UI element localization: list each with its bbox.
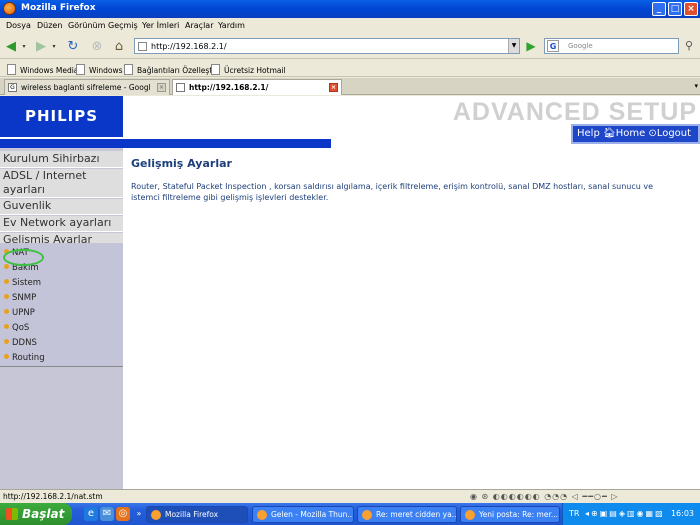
submenu-item-system[interactable]: Sistem [4, 278, 41, 288]
menu-bookmarks[interactable]: Yer İmleri [142, 21, 179, 30]
header-divider [0, 137, 331, 148]
menu-help[interactable]: Yardım [218, 21, 245, 30]
address-bar[interactable]: http://192.168.2.1/ ▼ [134, 38, 520, 54]
system-tray: TR ◂⊕▣▤◈▥◉▦▧ 16:03 [562, 503, 700, 525]
bookmark-windows[interactable]: Windows [76, 64, 122, 75]
search-icon[interactable]: ⚲ [681, 38, 697, 54]
thunderbird-icon[interactable]: ✉ [100, 507, 114, 521]
tab-label: wireless baglanti sifreleme - Google'da.… [21, 83, 151, 92]
close-button[interactable]: × [684, 2, 698, 16]
clock: 16:03 [670, 509, 694, 518]
tab-list-icon[interactable]: ▾ [694, 82, 698, 90]
firefox-quicklaunch-icon[interactable]: ◎ [116, 507, 130, 521]
forward-dropdown-icon[interactable]: ▾ [50, 38, 58, 55]
top-links: Help 🏠︎Home ⊙Logout [571, 124, 700, 144]
window-title: Mozilla Firefox [21, 3, 96, 13]
tray-icons[interactable]: ◂⊕▣▤◈▥◉▦▧ [585, 509, 665, 518]
bookmark-customize-links[interactable]: Bağlantıları Özelleştir [124, 64, 217, 75]
chevron-down-icon[interactable]: ▼ [508, 39, 519, 53]
page-content: PHILIPS ADVANCED SETUP Help 🏠︎Home ⊙Logo… [0, 96, 700, 489]
sidebar-item-adsl-internet[interactable]: ADSL / Internet ayarları [0, 169, 123, 198]
title-bar: Mozilla Firefox _ □ × [0, 0, 700, 18]
tab-bar: G wireless baglanti sifreleme - Google'd… [0, 78, 700, 95]
menu-view[interactable]: Görünüm [68, 21, 105, 30]
tab-router[interactable]: http://192.168.2.1/ × [172, 79, 342, 95]
menu-file[interactable]: Dosya [6, 21, 31, 30]
forward-icon[interactable]: ▶ [33, 38, 49, 55]
highlight-circle [3, 249, 44, 266]
bookmark-free-hotmail[interactable]: Ücretsiz Hotmail [211, 64, 286, 75]
submenu-item-qos[interactable]: QoS [4, 323, 29, 333]
taskbar-button-reply-mail[interactable]: Re: meret cidden ya... [357, 506, 457, 523]
page-description: Router, Stateful Packet Inspection , kor… [131, 182, 654, 202]
submenu-item-routing[interactable]: Routing [4, 353, 45, 363]
tab-label: http://192.168.2.1/ [189, 83, 269, 92]
stop-icon[interactable]: ⊗ [88, 38, 106, 55]
sidebar-item-setup-wizard[interactable]: Kurulum Sihirbazı [0, 151, 123, 168]
start-button[interactable]: Başlat [0, 503, 72, 525]
status-bar: http://192.168.2.1/nat.stm ◉ ⊛ ◐◐◐◐◐◐ ◔◔… [0, 489, 700, 503]
google-favicon-icon: G [8, 83, 17, 92]
addon-toolbar-icons[interactable]: ◉ ⊛ ◐◐◐◐◐◐ ◔◔◔ ◁ ━━○━ ▷ [470, 492, 619, 501]
menu-bar: Dosya Düzen Görünüm Geçmiş Yer İmleri Ar… [0, 18, 700, 34]
ie-icon[interactable]: e [84, 507, 98, 521]
home-link[interactable]: Home [616, 128, 646, 139]
reload-icon[interactable]: ↻ [64, 38, 82, 55]
advanced-setup-header: ADVANCED SETUP [452, 98, 697, 126]
close-tab-icon[interactable]: × [329, 83, 338, 92]
submenu-item-snmp[interactable]: SNMP [4, 293, 36, 303]
logout-link[interactable]: Logout [657, 128, 691, 139]
help-link[interactable]: Help [577, 128, 600, 139]
submenu-item-upnp[interactable]: UPNP [4, 308, 35, 318]
home-icon: 🏠︎ [603, 128, 616, 139]
close-tab-icon[interactable]: × [157, 83, 166, 92]
maximize-button[interactable]: □ [668, 2, 682, 16]
philips-logo: PHILIPS [0, 96, 123, 137]
submenu-item-ddns[interactable]: DDNS [4, 338, 37, 348]
sidebar-item-security[interactable]: Guvenlik [0, 199, 123, 215]
minimize-button[interactable]: _ [652, 2, 666, 16]
tab-google-search[interactable]: G wireless baglanti sifreleme - Google'd… [4, 79, 170, 95]
bookmarks-toolbar: Windows Media Windows Bağlantıları Özell… [0, 60, 700, 77]
url-text: http://192.168.2.1/ [151, 42, 227, 51]
sidebar-item-home-network[interactable]: Ev Network ayarları [0, 216, 123, 232]
menu-edit[interactable]: Düzen [37, 21, 62, 30]
page-favicon-icon [138, 42, 147, 51]
taskbar: Başlat e ✉ ◎ » Mozilla Firefox Gelen - M… [0, 503, 700, 525]
search-box[interactable]: G Google [544, 38, 679, 54]
google-icon[interactable]: G [547, 40, 559, 52]
back-icon[interactable]: ◀ [3, 38, 19, 55]
logout-icon: ⊙ [648, 128, 657, 139]
taskbar-button-firefox[interactable]: Mozilla Firefox [146, 506, 248, 523]
taskbar-button-thunderbird-inbox[interactable]: Gelen - Mozilla Thun... [252, 506, 354, 523]
taskbar-button-new-mail[interactable]: Yeni posta: Re: mer... [460, 506, 560, 523]
back-dropdown-icon[interactable]: ▾ [20, 38, 28, 55]
bookmark-windows-media[interactable]: Windows Media [7, 64, 78, 75]
page-favicon-icon [176, 83, 185, 92]
firefox-icon [3, 2, 16, 15]
language-indicator[interactable]: TR [569, 509, 579, 518]
page-title: Gelişmiş Ayarlar [131, 157, 232, 170]
go-button[interactable]: ▶ [523, 38, 539, 54]
status-text: http://192.168.2.1/nat.stm [3, 492, 103, 501]
expand-quicklaunch-icon[interactable]: » [132, 507, 146, 521]
home-icon[interactable]: ⌂ [110, 38, 128, 55]
search-placeholder: Google [568, 42, 593, 50]
menu-history[interactable]: Geçmiş [108, 21, 138, 30]
menu-tools[interactable]: Araçlar [185, 21, 213, 30]
